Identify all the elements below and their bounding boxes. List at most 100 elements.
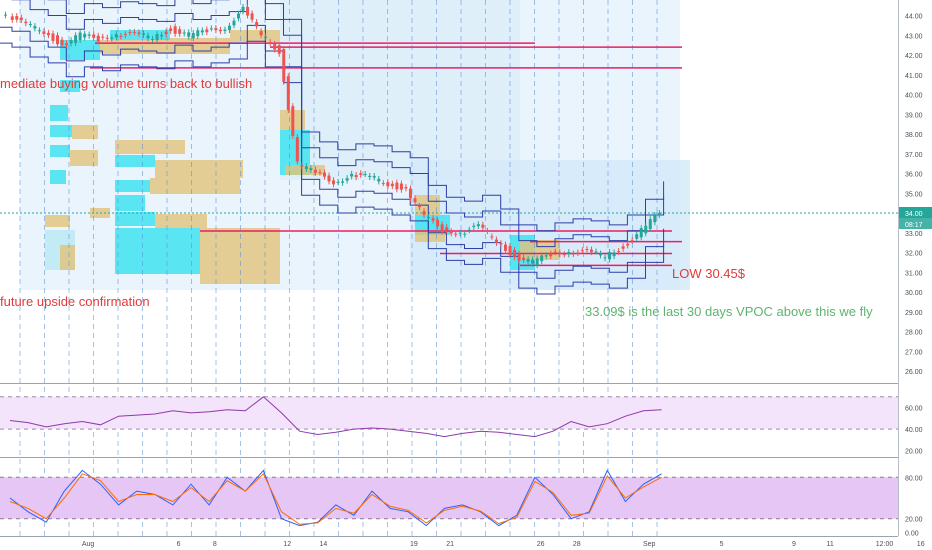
candle-body xyxy=(19,17,23,21)
candle-body xyxy=(617,250,621,252)
candle-body xyxy=(522,257,526,261)
candle-body xyxy=(476,224,480,227)
candle-body xyxy=(141,33,145,35)
candle-body xyxy=(205,29,209,33)
stoch-band xyxy=(0,477,898,519)
candle-body xyxy=(359,173,363,175)
candle-body xyxy=(313,169,317,173)
candle-body xyxy=(553,251,557,253)
price-tick-label: 39.00 xyxy=(905,112,923,119)
candle-body xyxy=(653,215,657,223)
candle-body xyxy=(481,224,485,228)
candle-body xyxy=(526,258,530,262)
candle-body xyxy=(78,32,82,40)
price-tick-label: 28.00 xyxy=(905,330,923,337)
price-tick-label: 33.00 xyxy=(905,231,923,238)
volume-profile-bar xyxy=(520,240,560,260)
candle-body xyxy=(60,39,64,46)
volume-profile-bar xyxy=(115,228,200,274)
candle-body xyxy=(309,168,313,171)
candle-body xyxy=(332,180,336,185)
time-tick-label: 6 xyxy=(177,541,181,548)
candle-body xyxy=(408,188,412,199)
price-tick-label: 27.00 xyxy=(905,349,923,356)
time-tick-label: 12 xyxy=(283,541,291,548)
candle-body xyxy=(232,20,236,26)
rsi-tick-label: 60.00 xyxy=(905,406,923,413)
candle-body xyxy=(241,6,245,12)
annotation-bullish-volume: mediate buying volume turns back to bull… xyxy=(0,76,253,91)
candle-body xyxy=(499,243,503,245)
candle-body xyxy=(427,217,431,219)
candle-body xyxy=(630,240,634,242)
candle-body xyxy=(169,28,173,31)
candle-body xyxy=(37,30,41,32)
candle-body xyxy=(83,33,87,38)
candle-body xyxy=(282,49,286,82)
candle-body xyxy=(196,30,200,37)
volume-profile-bar xyxy=(155,160,243,178)
candle-body xyxy=(608,252,612,260)
candle-body xyxy=(200,30,204,33)
candle-body xyxy=(151,38,155,40)
candle-body xyxy=(589,249,593,253)
stoch-tick-label: 0.00 xyxy=(905,531,919,538)
candle-body xyxy=(485,230,489,232)
candle-body xyxy=(223,29,227,32)
candle-body xyxy=(101,36,105,38)
candle-body xyxy=(336,181,340,183)
candle-body xyxy=(508,246,512,256)
candle-body xyxy=(96,35,100,42)
candle-body xyxy=(33,26,37,29)
candle-body xyxy=(164,31,168,35)
candle-body xyxy=(513,249,517,258)
time-tick-label: Aug xyxy=(82,541,95,548)
annotation-low-price: LOW 30.45$ xyxy=(672,266,745,281)
candle-body xyxy=(440,224,444,232)
candle-body xyxy=(300,165,304,167)
candle-body xyxy=(585,249,589,251)
candle-body xyxy=(250,13,254,20)
candle-body xyxy=(160,34,164,37)
candle-body xyxy=(571,253,575,255)
candle-body xyxy=(580,250,584,252)
time-tick-label: 28 xyxy=(573,541,581,548)
candle-body xyxy=(273,43,277,50)
volume-profile-bar xyxy=(50,145,70,157)
annotation-upside-confirmation: future upside confirmation xyxy=(0,294,150,309)
range-shade xyxy=(410,160,690,290)
candle-body xyxy=(386,182,390,187)
candle-body xyxy=(74,35,78,44)
candle-body xyxy=(173,26,177,34)
candle-body xyxy=(467,229,471,231)
time-scale[interactable]: Aug 6 8 12 14 19 21 26 28 Sep 5 9 11 12:00 16 xyxy=(82,541,925,548)
candle-body xyxy=(404,187,408,189)
candle-body xyxy=(128,32,132,34)
candle-body xyxy=(372,175,376,178)
candle-body xyxy=(603,257,607,259)
candle-body xyxy=(341,181,345,183)
candle-body xyxy=(454,233,458,235)
candle-body xyxy=(517,253,521,261)
time-tick-label: 11 xyxy=(827,541,834,548)
price-tick-label: 29.00 xyxy=(905,310,923,317)
price-tick-label: 30.00 xyxy=(905,290,923,297)
volume-profile-bar xyxy=(415,230,445,242)
candle-body xyxy=(657,213,661,216)
price-scale[interactable]: 44.00 43.00 42.00 41.00 40.00 39.00 38.00 37.00… xyxy=(898,0,932,550)
candle-body xyxy=(635,234,639,239)
candle-body xyxy=(639,228,643,238)
time-tick-label: 8 xyxy=(213,541,217,548)
candle-body xyxy=(395,182,399,190)
candle-body xyxy=(490,236,494,238)
candle-body xyxy=(436,219,440,227)
candle-body xyxy=(445,227,449,231)
volume-profile-bar xyxy=(115,195,145,211)
candle-body xyxy=(65,43,69,46)
price-tick-label: 31.00 xyxy=(905,270,923,277)
rsi-tick-label: 40.00 xyxy=(905,427,923,434)
candle-body xyxy=(503,244,507,251)
annotation-vpoc-note: 33.09$ is the last 30 days VPOC above th… xyxy=(585,304,873,319)
time-tick-label: 9 xyxy=(792,541,796,548)
candle-body xyxy=(15,16,19,20)
